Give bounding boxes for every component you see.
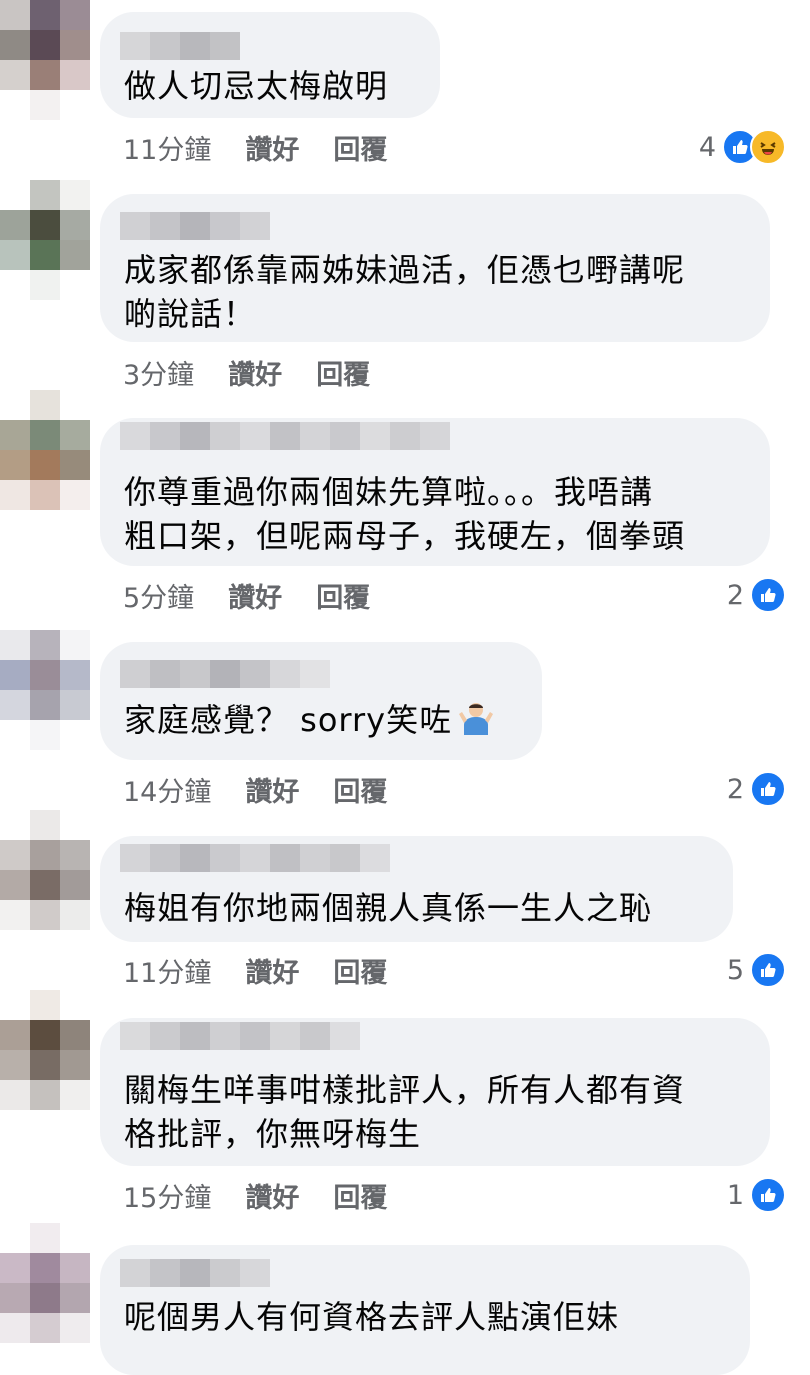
like-button[interactable]: 讚好: [228, 576, 282, 615]
comment-meta: 3分鐘 讚好 回覆: [123, 352, 404, 392]
comment-text: 成家都係靠兩姊妹過活，佢憑乜嘢講呢 啲說話！: [124, 251, 686, 333]
author-name[interactable]: [120, 1259, 270, 1287]
reaction-count: 5: [726, 954, 744, 986]
comment-bubble: 梅姐有你地兩個親人真係一生人之恥: [100, 836, 733, 942]
comment-bubble: 關梅生咩事咁樣批評人，所有人都有資 格批評，你無呀梅生: [100, 1018, 770, 1166]
haha-icon: [750, 129, 786, 165]
comment-bubble: 成家都係靠兩姊妹過活，佢憑乜嘢講呢 啲說話！: [100, 194, 770, 342]
avatar[interactable]: [0, 990, 90, 1110]
like-button[interactable]: 讚好: [245, 128, 299, 167]
author-name[interactable]: [120, 660, 330, 688]
like-icon: [750, 1177, 786, 1213]
author-name[interactable]: [120, 844, 390, 872]
comment-text-body: 家庭感覺？ sorry笑咗: [124, 701, 453, 739]
comment-meta: 14分鐘 讚好 回覆: [123, 769, 421, 809]
like-icon: [750, 952, 786, 988]
author-name[interactable]: [120, 1022, 360, 1050]
reply-button[interactable]: 回覆: [316, 576, 370, 615]
comment-bubble: 做人切忌太梅啟明: [100, 12, 440, 118]
reply-button[interactable]: 回覆: [333, 951, 387, 990]
author-name[interactable]: [120, 212, 270, 240]
avatar[interactable]: [0, 390, 90, 510]
avatar[interactable]: [0, 0, 90, 120]
reaction-summary[interactable]: 2: [727, 769, 786, 809]
avatar[interactable]: [0, 630, 90, 750]
like-icon: [750, 771, 786, 807]
timestamp[interactable]: 3分鐘: [123, 353, 194, 392]
reply-button[interactable]: 回覆: [333, 1176, 387, 1215]
comment-text: 做人切忌太梅啟明: [124, 67, 389, 105]
timestamp[interactable]: 5分鐘: [123, 576, 194, 615]
timestamp[interactable]: 11分鐘: [123, 951, 211, 990]
like-button[interactable]: 讚好: [228, 353, 282, 392]
timestamp[interactable]: 15分鐘: [123, 1176, 211, 1215]
timestamp[interactable]: 11分鐘: [123, 128, 211, 167]
reaction-count: 2: [726, 773, 744, 805]
reply-button[interactable]: 回覆: [333, 770, 387, 809]
reply-button[interactable]: 回覆: [333, 128, 387, 167]
avatar[interactable]: [0, 810, 90, 930]
like-button[interactable]: 讚好: [245, 951, 299, 990]
man-shrugging-emoji: [458, 699, 494, 746]
reaction-count: 4: [698, 131, 716, 163]
reaction-count: 1: [726, 1179, 744, 1211]
author-name[interactable]: [120, 32, 240, 60]
comment-text: 梅姐有你地兩個親人真係一生人之恥: [124, 889, 653, 927]
comment-meta: 11分鐘 讚好 回覆: [123, 950, 421, 990]
author-name[interactable]: [120, 422, 450, 450]
reply-button[interactable]: 回覆: [316, 353, 370, 392]
comment-text: 家庭感覺？ sorry笑咗: [124, 698, 494, 746]
comment-text: 呢個男人有何資格去評人點演佢妹: [124, 1298, 620, 1336]
comment-meta: 5分鐘 讚好 回覆: [123, 575, 404, 615]
reaction-summary[interactable]: 1: [727, 1175, 786, 1215]
like-icon: [750, 577, 786, 613]
comment-bubble: 家庭感覺？ sorry笑咗: [100, 642, 542, 760]
comment-text: 你尊重過你兩個妹先算啦。。。我唔講 粗口架，但呢兩母子，我硬左，個拳頭: [124, 473, 686, 555]
comment-text: 關梅生咩事咁樣批評人，所有人都有資 格批評，你無呀梅生: [124, 1071, 686, 1153]
reaction-count: 2: [726, 579, 744, 611]
reaction-summary[interactable]: 2: [727, 575, 786, 615]
avatar[interactable]: [0, 180, 90, 300]
reaction-summary[interactable]: 4: [699, 127, 786, 167]
comment-meta: 11分鐘 讚好 回覆: [123, 127, 421, 167]
avatar[interactable]: [0, 1223, 90, 1343]
comment-bubble: 呢個男人有何資格去評人點演佢妹: [100, 1245, 750, 1375]
reaction-summary[interactable]: 5: [727, 950, 786, 990]
like-button[interactable]: 讚好: [245, 1176, 299, 1215]
comment-bubble: 你尊重過你兩個妹先算啦。。。我唔講 粗口架，但呢兩母子，我硬左，個拳頭: [100, 418, 770, 566]
like-button[interactable]: 讚好: [245, 770, 299, 809]
timestamp[interactable]: 14分鐘: [123, 770, 211, 809]
comment-meta: 15分鐘 讚好 回覆: [123, 1175, 421, 1215]
